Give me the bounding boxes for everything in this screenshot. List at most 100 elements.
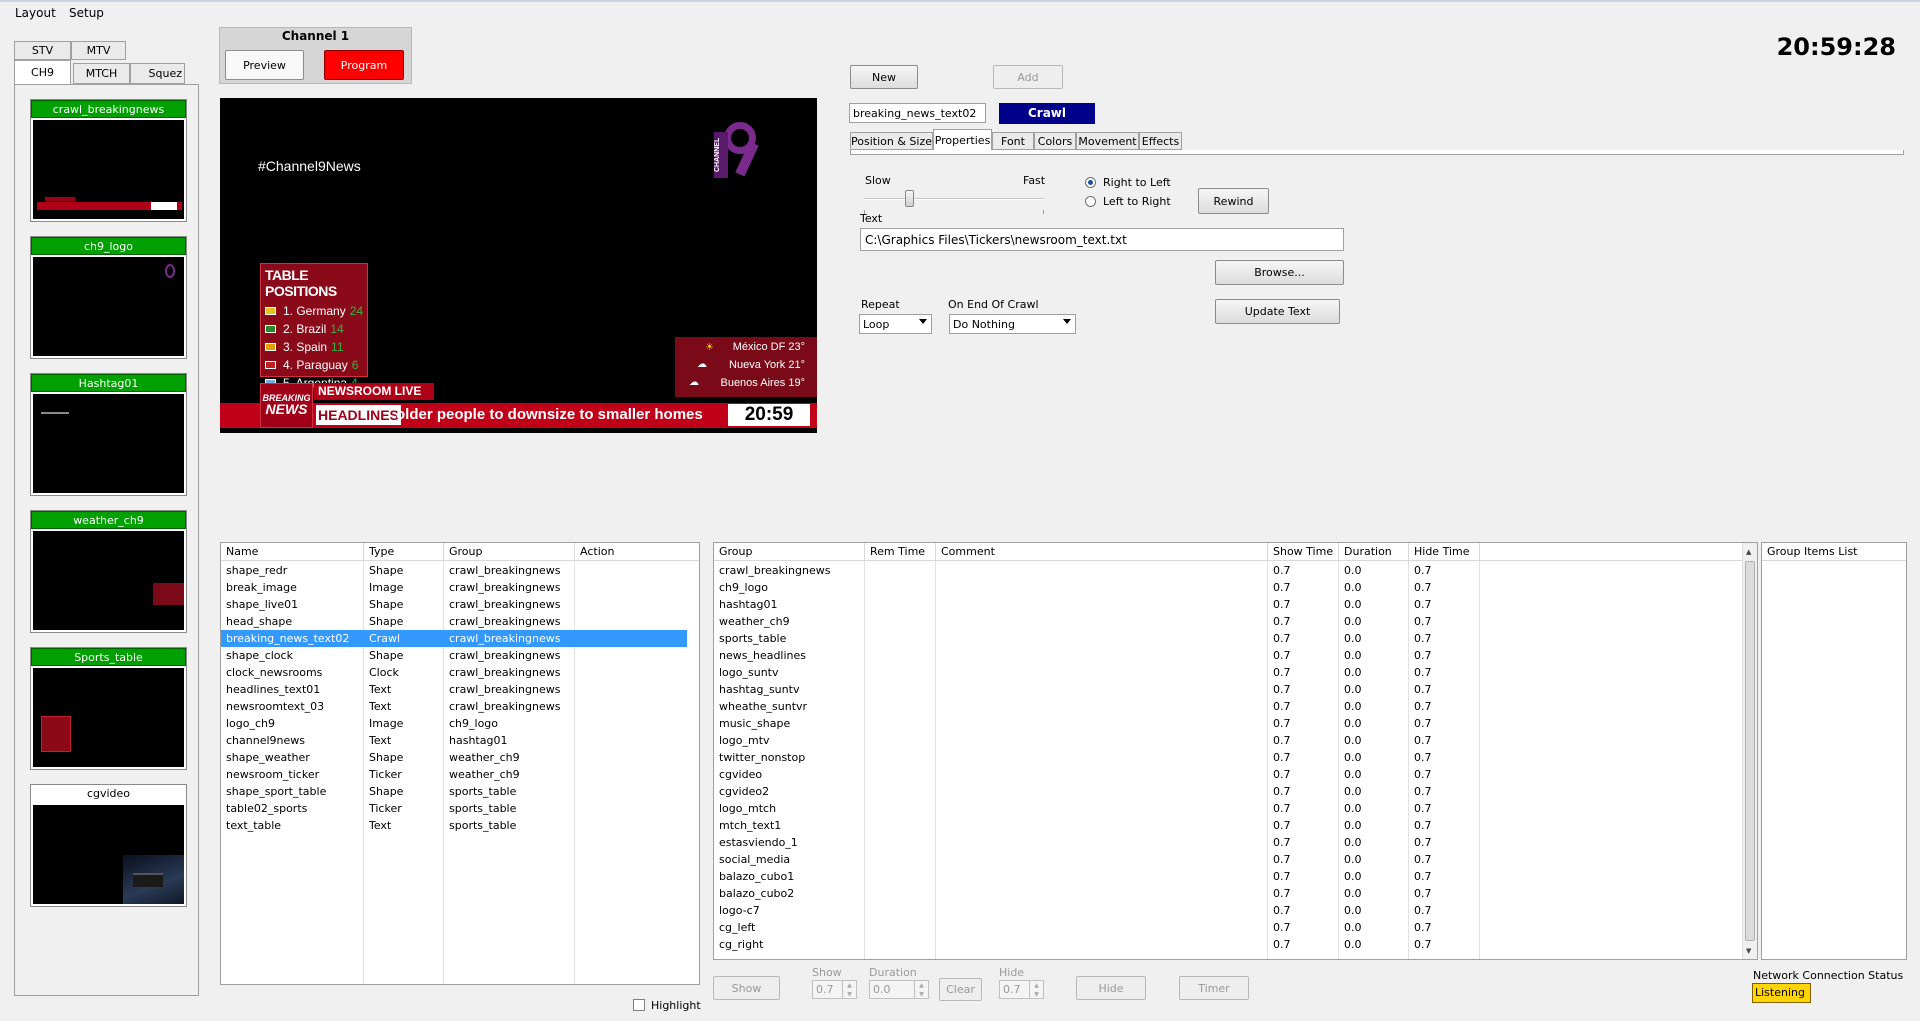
- table-row[interactable]: shape_clock Shape crawl_breakingnews: [221, 647, 699, 664]
- item-name-field[interactable]: breaking_news_text02: [849, 103, 986, 123]
- table-row[interactable]: ch9_logo 0.7 0.0 0.7: [714, 579, 1744, 596]
- tab-squez[interactable]: Squez: [130, 63, 185, 84]
- radio-right-to-left[interactable]: [1085, 177, 1096, 188]
- table-row[interactable]: weather_ch9 0.7 0.0 0.7: [714, 613, 1744, 630]
- new-button[interactable]: New: [850, 65, 918, 89]
- tab-movement[interactable]: Movement: [1076, 132, 1139, 150]
- items-table[interactable]: Name Type Group Action shape_redr Shape cr…: [220, 542, 700, 985]
- update-text-button[interactable]: Update Text: [1215, 299, 1340, 324]
- tab-mtch[interactable]: MTCH: [73, 63, 130, 84]
- tab-colors[interactable]: Colors: [1034, 132, 1076, 150]
- thumb-weather-ch9[interactable]: weather_ch9: [30, 510, 187, 633]
- table-row[interactable]: text_table Text sports_table: [221, 817, 699, 834]
- tab-position-size[interactable]: Position & Size: [850, 132, 933, 150]
- table-row[interactable]: shape_sport_table Shape sports_table: [221, 783, 699, 800]
- timer-button[interactable]: Timer: [1179, 976, 1249, 1000]
- tab-effects[interactable]: Effects: [1139, 132, 1182, 150]
- col-comment[interactable]: Comment: [936, 543, 1268, 561]
- col-type[interactable]: Type: [364, 543, 444, 561]
- hide-button[interactable]: Hide: [1076, 976, 1146, 1000]
- hide-time-field[interactable]: 0.7 ▲ ▼: [999, 980, 1044, 999]
- rewind-button[interactable]: Rewind: [1198, 188, 1269, 214]
- table-row[interactable]: newsroomtext_03 Text crawl_breakingnews: [221, 698, 699, 715]
- table-row[interactable]: estasviendo_1 0.7 0.0 0.7: [714, 834, 1744, 851]
- table-row[interactable]: sports_table 0.7 0.0 0.7: [714, 630, 1744, 647]
- col-group[interactable]: Group: [444, 543, 575, 561]
- scroll-down-icon[interactable]: ▼: [1746, 947, 1751, 955]
- col-show-time[interactable]: Show Time: [1268, 543, 1339, 561]
- tab-font[interactable]: Font: [992, 132, 1034, 150]
- col-action[interactable]: Action: [575, 543, 699, 561]
- table-row[interactable]: logo_mtv 0.7 0.0 0.7: [714, 732, 1744, 749]
- table-row[interactable]: cg_right 0.7 0.0 0.7: [714, 936, 1744, 953]
- group-items-list[interactable]: Group Items List: [1761, 542, 1907, 960]
- table-row[interactable]: logo_mtch 0.7 0.0 0.7: [714, 800, 1744, 817]
- duration-field[interactable]: 0.0 ▲ ▼: [869, 980, 929, 999]
- preview-button[interactable]: Preview: [225, 50, 304, 80]
- browse-button[interactable]: Browse...: [1215, 260, 1344, 285]
- thumb-ch9-logo[interactable]: ch9_logo: [30, 236, 187, 359]
- clear-button[interactable]: Clear: [939, 978, 982, 1001]
- thumb-sports-table[interactable]: Sports_table: [30, 647, 187, 770]
- col-group[interactable]: Group: [714, 543, 865, 561]
- on-end-select[interactable]: Do Nothing: [949, 314, 1076, 334]
- highlight-checkbox[interactable]: [633, 999, 645, 1011]
- table-row[interactable]: social_media 0.7 0.0 0.7: [714, 851, 1744, 868]
- table-row[interactable]: shape_weather Shape weather_ch9: [221, 749, 699, 766]
- scroll-up-icon[interactable]: ▲: [1746, 548, 1751, 556]
- table-row[interactable]: cgvideo2 0.7 0.0 0.7: [714, 783, 1744, 800]
- table-row[interactable]: logo-c7 0.7 0.0 0.7: [714, 902, 1744, 919]
- table-row[interactable]: clock_newsrooms Clock crawl_breakingnews: [221, 664, 699, 681]
- groups-scrollbar[interactable]: ▲ ▼: [1742, 543, 1757, 959]
- scroll-thumb[interactable]: [1745, 561, 1755, 941]
- spinner-icon[interactable]: ▲ ▼: [914, 981, 928, 998]
- spinner-icon[interactable]: ▲ ▼: [1029, 981, 1043, 998]
- add-button[interactable]: Add: [993, 65, 1063, 89]
- groups-table[interactable]: Group Rem Time Comment Show Time Duratio…: [713, 542, 1758, 960]
- table-row[interactable]: wheathe_suntvr 0.7 0.0 0.7: [714, 698, 1744, 715]
- tab-mtv[interactable]: MTV: [71, 41, 126, 60]
- table-row[interactable]: news_headlines 0.7 0.0 0.7: [714, 647, 1744, 664]
- spinner-icon[interactable]: ▲ ▼: [842, 981, 856, 998]
- menu-layout[interactable]: Layout: [15, 6, 56, 20]
- table-row[interactable]: shape_redr Shape crawl_breakingnews: [221, 562, 699, 579]
- text-source-field[interactable]: C:\Graphics Files\Tickers\newsroom_text.…: [860, 228, 1344, 251]
- table-row[interactable]: head_shape Shape crawl_breakingnews: [221, 613, 699, 630]
- table-row[interactable]: music_shape 0.7 0.0 0.7: [714, 715, 1744, 732]
- table-row[interactable]: table02_sports Ticker sports_table: [221, 800, 699, 817]
- table-row[interactable]: hashtag_suntv 0.7 0.0 0.7: [714, 681, 1744, 698]
- table-row[interactable]: shape_live01 Shape crawl_breakingnews: [221, 596, 699, 613]
- table-row[interactable]: break_image Image crawl_breakingnews: [221, 579, 699, 596]
- table-row[interactable]: logo_ch9 Image ch9_logo: [221, 715, 699, 732]
- radio-left-to-right[interactable]: [1085, 196, 1096, 207]
- show-time-field[interactable]: 0.7 ▲ ▼: [812, 980, 857, 999]
- table-row[interactable]: logo_suntv 0.7 0.0 0.7: [714, 664, 1744, 681]
- menu-setup[interactable]: Setup: [69, 6, 104, 20]
- show-button[interactable]: Show: [713, 976, 780, 1000]
- program-button[interactable]: Program: [324, 50, 404, 80]
- table-row[interactable]: twitter_nonstop 0.7 0.0 0.7: [714, 749, 1744, 766]
- speed-slider[interactable]: [864, 190, 1044, 207]
- table-row[interactable]: cg_left 0.7 0.0 0.7: [714, 919, 1744, 936]
- col-rem-time[interactable]: Rem Time: [865, 543, 936, 561]
- thumb-crawl-breakingnews[interactable]: crawl_breakingnews: [30, 99, 187, 222]
- thumb-cgvideo[interactable]: cgvideo: [30, 784, 187, 907]
- table-row[interactable]: channel9news Text hashtag01: [221, 732, 699, 749]
- table-row[interactable]: crawl_breakingnews 0.7 0.0 0.7: [714, 562, 1744, 579]
- col-hide-time[interactable]: Hide Time: [1409, 543, 1480, 561]
- table-row[interactable]: hashtag01 0.7 0.0 0.7: [714, 596, 1744, 613]
- table-row[interactable]: balazo_cubo1 0.7 0.0 0.7: [714, 868, 1744, 885]
- col-duration[interactable]: Duration: [1339, 543, 1409, 561]
- tab-ch9[interactable]: CH9: [14, 60, 71, 84]
- table-row[interactable]: newsroom_ticker Ticker weather_ch9: [221, 766, 699, 783]
- table-row[interactable]: breaking_news_text02 Crawl crawl_breakingn…: [221, 630, 687, 647]
- col-name[interactable]: Name: [221, 543, 364, 561]
- thumb-hashtag01[interactable]: Hashtag01: [30, 373, 187, 496]
- table-row[interactable]: headlines_text01 Text crawl_breakingnews: [221, 681, 699, 698]
- tab-properties[interactable]: Properties: [933, 129, 992, 151]
- repeat-select[interactable]: Loop: [859, 314, 932, 334]
- table-row[interactable]: balazo_cubo2 0.7 0.0 0.7: [714, 885, 1744, 902]
- tab-stv[interactable]: STV: [14, 41, 71, 60]
- speed-slider-thumb[interactable]: [905, 190, 914, 207]
- table-row[interactable]: mtch_text1 0.7 0.0 0.7: [714, 817, 1744, 834]
